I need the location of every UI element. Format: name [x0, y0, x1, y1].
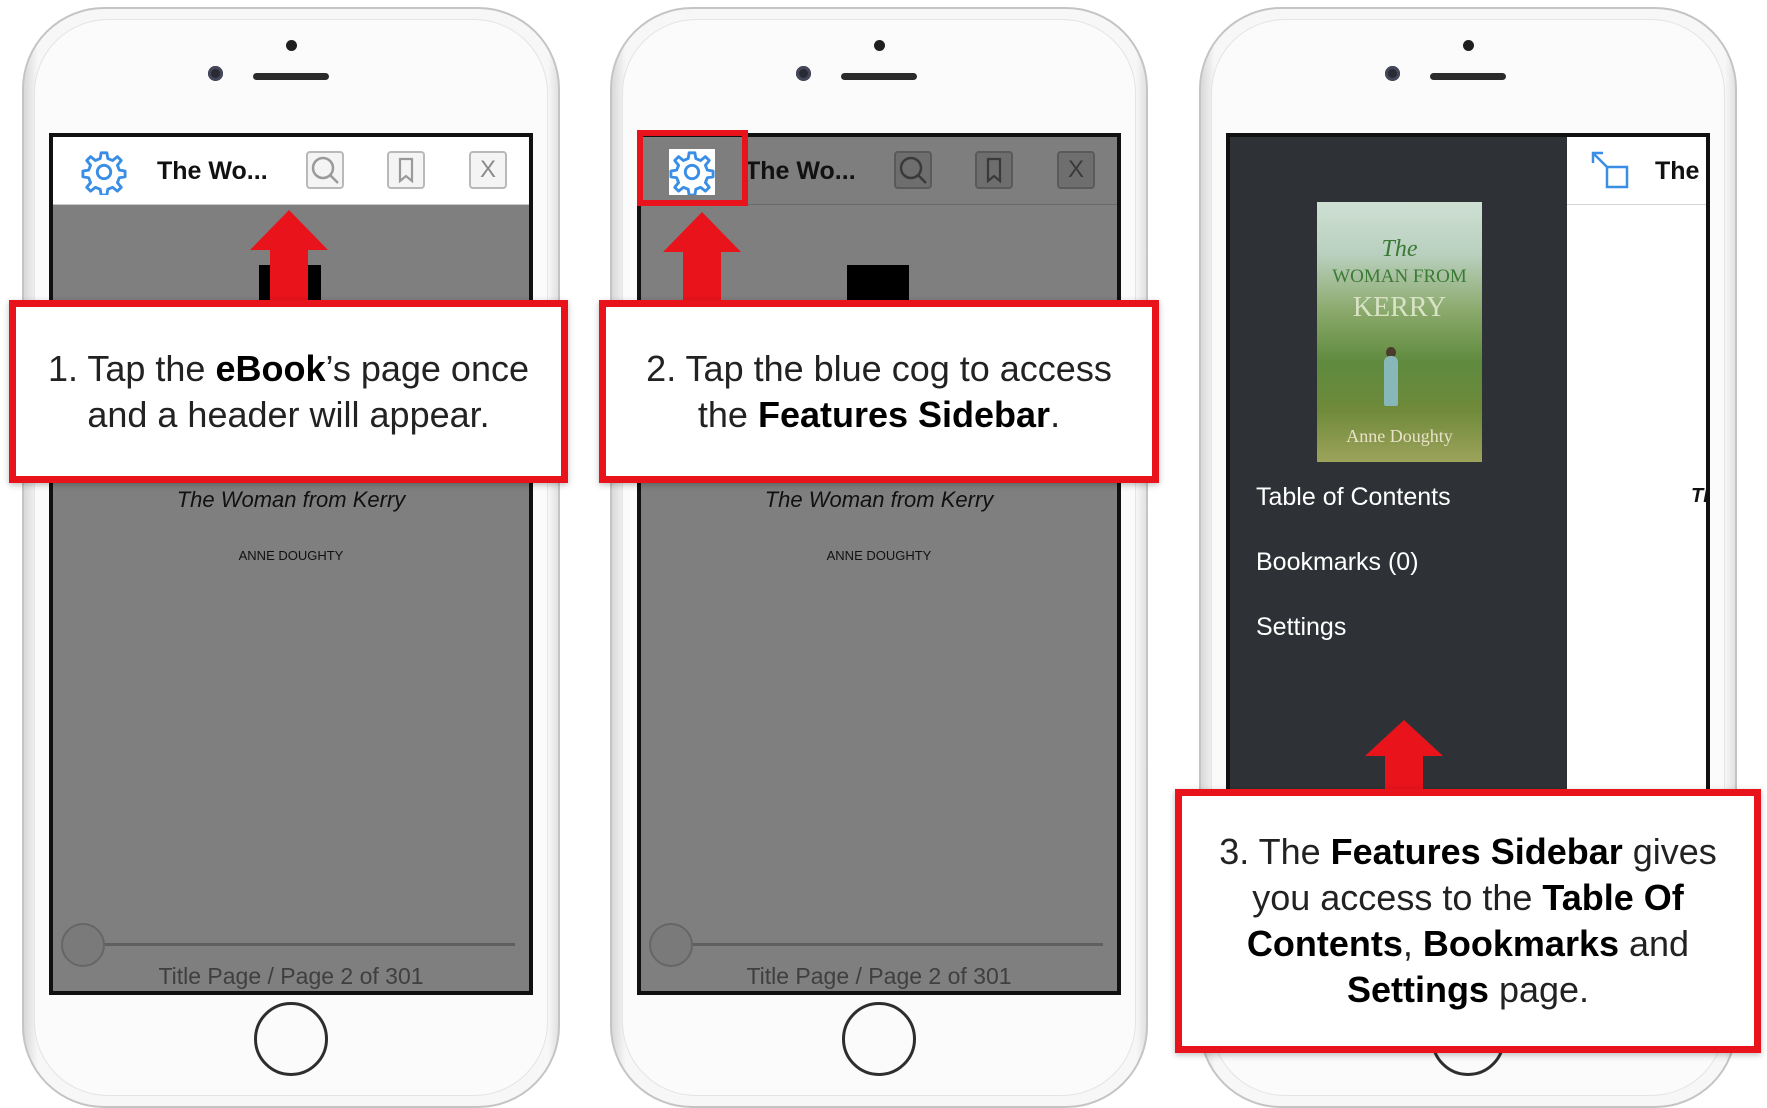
- bookmark-icon: [398, 157, 414, 184]
- book-title-short: The Wo...: [745, 157, 856, 185]
- page-slider-handle[interactable]: [61, 923, 105, 967]
- search-button[interactable]: [306, 151, 344, 189]
- close-button[interactable]: X: [1057, 151, 1095, 189]
- bookmark-button[interactable]: [975, 151, 1013, 189]
- page-indicator: Title Page / Page 2 of 301: [746, 963, 1012, 989]
- sidebar-item-settings[interactable]: Settings: [1256, 613, 1346, 642]
- book-title-short: The Wo...: [157, 157, 268, 185]
- book-author: ANNE DOUGHTY: [238, 548, 344, 563]
- home-button[interactable]: [254, 1002, 328, 1076]
- earpiece-speaker: [841, 73, 917, 80]
- cover-author: Anne Doughty: [1346, 426, 1453, 446]
- book-title-peek: Th: [1691, 485, 1706, 507]
- tutorial-stage: The Wo... X The Woman from Kerry ANNE DO…: [0, 0, 1767, 1108]
- page-slider-track[interactable]: [95, 943, 515, 946]
- page-slider-handle[interactable]: [649, 923, 693, 967]
- book-author: ANNE DOUGHTY: [826, 548, 932, 563]
- front-camera-icon: [1385, 66, 1400, 81]
- search-button[interactable]: [894, 151, 932, 189]
- home-button[interactable]: [842, 1002, 916, 1076]
- expand-icon[interactable]: [1589, 149, 1633, 193]
- book-cover-image: The WOMAN FROM KERRY Anne Doughty: [1317, 202, 1482, 462]
- bookmark-button[interactable]: [387, 151, 425, 189]
- cover-word-kerry: KERRY: [1352, 292, 1447, 323]
- earpiece-speaker: [253, 73, 329, 80]
- callout-step-1: 1. Tap the eBook’s page once and a heade…: [9, 300, 568, 483]
- proximity-sensor: [874, 40, 885, 51]
- cog-icon[interactable]: [81, 149, 127, 195]
- callout-step-2-text: 2. Tap the blue cog to access the Featur…: [646, 347, 1112, 435]
- cover-word-woman-from: WOMAN FROM: [1332, 266, 1467, 287]
- phone-step-1: The Wo... X The Woman from Kerry ANNE DO…: [22, 7, 560, 1108]
- front-camera-icon: [796, 66, 811, 81]
- cover-word-the: The: [1381, 236, 1418, 262]
- book-title-short: The W: [1655, 157, 1706, 185]
- earpiece-speaker: [1430, 73, 1506, 80]
- cog-highlight-box: [637, 130, 748, 206]
- book-ornament: [847, 265, 909, 305]
- callout-step-3: 3. The Features Sidebar gives you access…: [1175, 789, 1761, 1053]
- arrow-up-icon: [1365, 720, 1443, 792]
- cover-figure: [1384, 356, 1398, 406]
- bookmark-icon: [986, 157, 1002, 184]
- arrow-up-icon: [663, 212, 741, 302]
- callout-step-2: 2. Tap the blue cog to access the Featur…: [599, 300, 1159, 483]
- page-slider-track[interactable]: [683, 943, 1103, 946]
- arrow-up-icon: [250, 210, 328, 302]
- sidebar-item-table-of-contents[interactable]: Table of Contents: [1256, 483, 1451, 512]
- book-title: The Woman from Kerry: [176, 487, 406, 512]
- front-camera-icon: [208, 66, 223, 81]
- search-icon: [311, 156, 339, 184]
- callout-step-1-text: 1. Tap the eBook’s page once and a heade…: [47, 347, 529, 435]
- close-button[interactable]: X: [469, 151, 507, 189]
- sidebar-item-bookmarks[interactable]: Bookmarks (0): [1256, 548, 1419, 577]
- page-indicator: Title Page / Page 2 of 301: [158, 963, 424, 989]
- search-icon: [899, 156, 927, 184]
- reader-header: The W: [1567, 137, 1706, 205]
- book-title: The Woman from Kerry: [764, 487, 994, 512]
- proximity-sensor: [1463, 40, 1474, 51]
- proximity-sensor: [286, 40, 297, 51]
- reader-header: The Wo... X: [53, 137, 529, 205]
- callout-step-3-text: 3. The Features Sidebar gives you access…: [1219, 831, 1717, 1010]
